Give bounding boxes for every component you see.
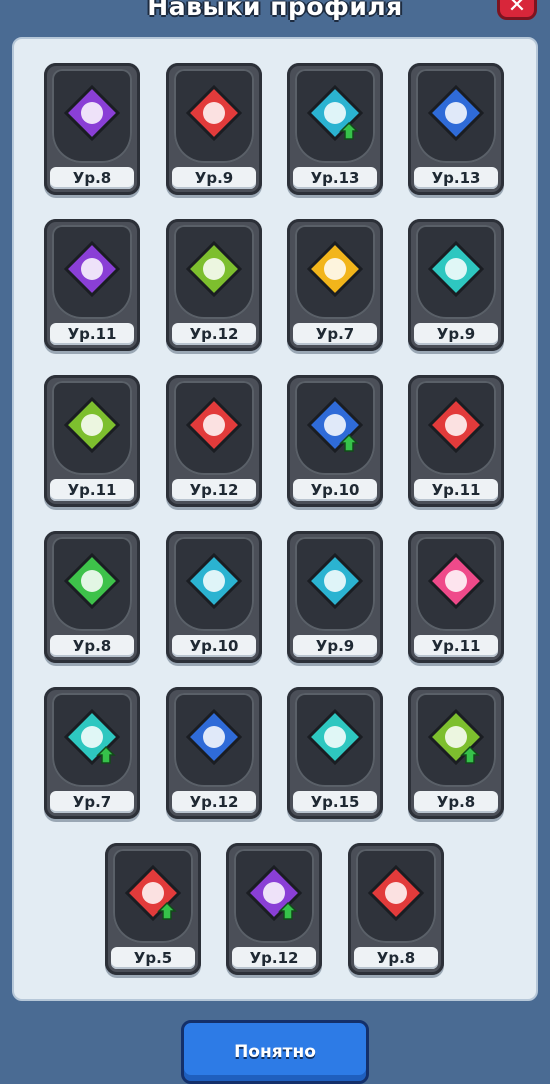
- ok-button[interactable]: Понятно: [181, 1020, 369, 1084]
- skill-level-label: Ур.11: [50, 479, 134, 501]
- skill-card[interactable]: Ур.12: [166, 687, 262, 819]
- skill-card[interactable]: Ур.13: [287, 63, 383, 195]
- skill-level-label: Ур.9: [414, 323, 498, 345]
- bomb-up-icon: [305, 395, 365, 455]
- skill-card[interactable]: Ур.12: [166, 375, 262, 507]
- sword-wings-icon: [305, 707, 365, 767]
- skill-level-label: Ур.8: [354, 947, 438, 969]
- potion-plus-icon: [305, 551, 365, 611]
- sword-hop-icon: [184, 239, 244, 299]
- skill-level-label: Ур.7: [293, 323, 377, 345]
- skill-card[interactable]: Ур.8: [348, 843, 444, 975]
- monster-sword-icon: [426, 551, 486, 611]
- map-wings-icon: [426, 239, 486, 299]
- skill-card[interactable]: Ур.10: [287, 375, 383, 507]
- skill-level-label: Ур.10: [172, 635, 256, 657]
- skill-card[interactable]: Ур.7: [287, 219, 383, 351]
- map-wizard-icon: [184, 395, 244, 455]
- hop-up-icon: [426, 707, 486, 767]
- skill-card[interactable]: Ур.8: [408, 687, 504, 819]
- sword-bulb-icon: [184, 83, 244, 143]
- skills-panel: Ур.8 Ур.9 Ур.13 Ур.13 Ур.11 Ур.12 Ур.7 Ур.9 Ур.1…: [12, 37, 538, 1001]
- skill-level-label: Ур.9: [293, 635, 377, 657]
- skill-level-label: Ур.8: [414, 791, 498, 813]
- skill-level-label: Ур.5: [111, 947, 195, 969]
- skill-level-label: Ур.12: [172, 479, 256, 501]
- skill-level-label: Ур.7: [50, 791, 134, 813]
- skill-card[interactable]: Ур.12: [226, 843, 322, 975]
- skill-card[interactable]: Ур.11: [408, 531, 504, 663]
- potion-wizard-icon: [184, 551, 244, 611]
- skill-card[interactable]: Ур.10: [166, 531, 262, 663]
- map-mix-icon: [62, 551, 122, 611]
- close-icon: ✕: [507, 0, 527, 18]
- skill-level-label: Ур.12: [232, 947, 316, 969]
- skill-level-label: Ур.8: [50, 635, 134, 657]
- skill-card[interactable]: Ур.5: [105, 843, 201, 975]
- skill-level-label: Ур.11: [50, 323, 134, 345]
- bulb-up-icon: [123, 863, 183, 923]
- map-bomb-icon: [184, 707, 244, 767]
- skill-card[interactable]: Ур.11: [44, 375, 140, 507]
- skill-card[interactable]: Ур.8: [44, 63, 140, 195]
- skill-level-label: Ур.9: [172, 167, 256, 189]
- skill-level-label: Ур.8: [50, 167, 134, 189]
- skill-card[interactable]: Ур.13: [408, 63, 504, 195]
- skill-level-label: Ур.15: [293, 791, 377, 813]
- skill-level-label: Ур.12: [172, 791, 256, 813]
- max-arrow-icon: [305, 239, 365, 299]
- sword-bomb-icon: [426, 83, 486, 143]
- map-bulb-icon: [366, 863, 426, 923]
- skill-level-label: Ур.11: [414, 635, 498, 657]
- close-button[interactable]: ✕: [497, 0, 537, 20]
- map-bat-icon: [62, 83, 122, 143]
- skill-level-label: Ур.10: [293, 479, 377, 501]
- ok-button-label: Понятно: [234, 1042, 316, 1062]
- skill-card[interactable]: Ур.11: [44, 219, 140, 351]
- skill-level-label: Ур.11: [414, 479, 498, 501]
- skills-grid: Ур.8 Ур.9 Ур.13 Ур.13 Ур.11 Ур.12 Ур.7 Ур.9 Ур.1…: [14, 39, 536, 999]
- skill-card[interactable]: Ур.12: [166, 219, 262, 351]
- page-title: Навыки профиля: [147, 0, 403, 21]
- skill-card[interactable]: Ур.15: [287, 687, 383, 819]
- skill-level-label: Ур.13: [414, 167, 498, 189]
- skill-level-label: Ур.12: [172, 323, 256, 345]
- handshake-up-icon: [305, 83, 365, 143]
- skill-card[interactable]: Ур.9: [287, 531, 383, 663]
- skill-card[interactable]: Ур.9: [408, 219, 504, 351]
- bat-up-icon: [244, 863, 304, 923]
- skill-card[interactable]: Ур.9: [166, 63, 262, 195]
- sword-wizard-icon: [426, 395, 486, 455]
- skill-card[interactable]: Ур.11: [408, 375, 504, 507]
- sword-bat-icon: [62, 239, 122, 299]
- skill-card[interactable]: Ур.8: [44, 531, 140, 663]
- skill-card[interactable]: Ур.7: [44, 687, 140, 819]
- wings-up-icon: [62, 707, 122, 767]
- skill-level-label: Ур.13: [293, 167, 377, 189]
- map-hop-icon: [62, 395, 122, 455]
